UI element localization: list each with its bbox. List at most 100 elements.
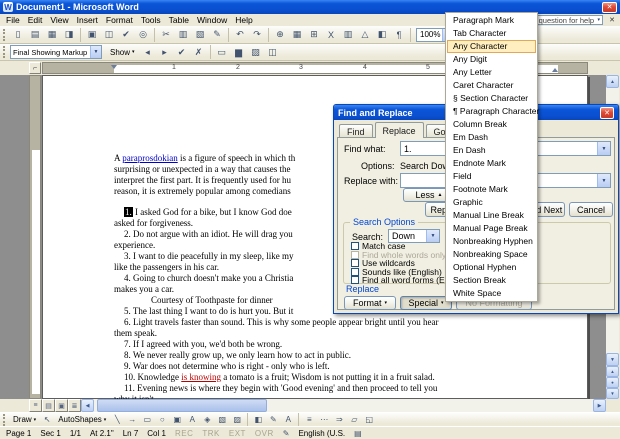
special-menu-item[interactable]: Endnote Mark [447, 157, 536, 170]
checkbox-box[interactable] [351, 242, 359, 250]
status-toggle[interactable]: EXT [229, 429, 246, 438]
document-map-icon[interactable]: ◧ [374, 27, 390, 43]
special-menu-item[interactable]: ¶ Paragraph Character [447, 105, 536, 118]
scroll-up-icon[interactable]: ▲ [606, 75, 619, 88]
spelling-status-icon[interactable]: ✎ [283, 429, 290, 438]
menu-item[interactable]: Format [102, 14, 137, 26]
status-toggle[interactable]: REC [175, 429, 193, 438]
arrow-style-icon[interactable]: ⇒ [332, 413, 346, 426]
toolbar-grip[interactable] [3, 414, 6, 426]
menu-item[interactable]: Window [193, 14, 231, 26]
accept-change-icon[interactable]: ✔ [174, 44, 190, 60]
special-menu-item[interactable]: § Section Character [447, 92, 536, 105]
status-toggle[interactable]: TRK [202, 429, 220, 438]
special-menu-item[interactable]: Column Break [447, 118, 536, 131]
vertical-ruler[interactable] [29, 75, 41, 399]
checkbox-box[interactable] [351, 251, 359, 259]
menu-item[interactable]: Tools [137, 14, 165, 26]
track-changes-icon[interactable]: ▨ [248, 44, 264, 60]
checkbox-box[interactable] [351, 259, 359, 267]
research-icon[interactable]: ◎ [135, 27, 151, 43]
cancel-button[interactable]: Cancel [569, 202, 613, 217]
normal-view-icon[interactable]: ≡ [29, 399, 42, 412]
new-document-icon[interactable]: ▯ [10, 27, 26, 43]
diagram-icon[interactable]: ◈ [200, 413, 214, 426]
tables-borders-icon[interactable]: ▦ [289, 27, 305, 43]
dialog-close-icon[interactable]: ✕ [600, 107, 614, 119]
chevron-down-icon[interactable]: ▼ [90, 46, 101, 58]
reject-change-icon[interactable]: ✗ [191, 44, 207, 60]
insert-table-icon[interactable]: ⊞ [306, 27, 322, 43]
scrollbar-track[interactable] [94, 399, 593, 412]
oval-icon[interactable]: ○ [155, 413, 169, 426]
wordart-icon[interactable]: A [185, 413, 199, 426]
arrow-icon[interactable]: → [125, 413, 139, 426]
outline-view-icon[interactable]: ≣ [68, 399, 81, 412]
window-close-icon[interactable]: ✕ [602, 2, 617, 13]
special-menu-item[interactable]: Footnote Mark [447, 183, 536, 196]
print-icon[interactable]: ▣ [84, 27, 100, 43]
line-icon[interactable]: ╲ [110, 413, 124, 426]
tab-selector[interactable]: ⌐ [29, 62, 41, 74]
previous-change-icon[interactable]: ◂ [140, 44, 156, 60]
draw-menu-button[interactable]: Draw ▾ [10, 414, 39, 426]
special-menu-item[interactable]: En Dash [447, 144, 536, 157]
scroll-right-icon[interactable]: ▶ [593, 399, 606, 412]
undo-icon[interactable]: ↶ [232, 27, 248, 43]
insert-picture-icon[interactable]: ▨ [230, 413, 244, 426]
menu-item[interactable]: Help [231, 14, 256, 26]
browse-previous-icon[interactable]: ▲ [606, 366, 619, 377]
special-menu-item[interactable]: Caret Character [447, 79, 536, 92]
scroll-left-icon[interactable]: ◀ [81, 399, 94, 412]
special-menu-item[interactable]: Nonbreaking Space [447, 248, 536, 261]
print-layout-icon[interactable]: ▣ [55, 399, 68, 412]
special-menu-item[interactable]: Tab Character [447, 27, 536, 40]
spelling-icon[interactable]: ✔ [118, 27, 134, 43]
format-menu-button[interactable]: Format ▾ [344, 296, 396, 310]
hyperlink[interactable]: paraprosdokian [122, 153, 177, 163]
redo-icon[interactable]: ↷ [249, 27, 265, 43]
close-document-icon[interactable]: ✕ [606, 15, 618, 25]
web-layout-icon[interactable]: ▤ [42, 399, 55, 412]
special-menu-item[interactable]: Any Character [447, 40, 536, 53]
scrollbar-thumb[interactable] [97, 399, 267, 412]
toolbar-grip[interactable] [3, 29, 6, 41]
text-box-icon[interactable]: ▣ [170, 413, 184, 426]
chevron-down-icon[interactable]: ▼ [426, 230, 439, 242]
next-change-icon[interactable]: ▸ [157, 44, 173, 60]
reviewing-pane-icon[interactable]: ◫ [265, 44, 281, 60]
horizontal-scrollbar[interactable]: ≡▤▣≣ ◀ ▶ [29, 399, 606, 412]
paste-icon[interactable]: ▧ [192, 27, 208, 43]
special-menu-item[interactable]: Manual Line Break [447, 209, 536, 222]
dictionary-book-icon[interactable]: ▤ [354, 429, 362, 438]
cut-icon[interactable]: ✂ [158, 27, 174, 43]
special-menu-item[interactable]: Graphic [447, 196, 536, 209]
menu-item[interactable]: File [2, 14, 24, 26]
special-menu-item[interactable]: Field [447, 170, 536, 183]
save-icon[interactable]: ▦ [44, 27, 60, 43]
open-icon[interactable]: ▤ [27, 27, 43, 43]
special-menu-item[interactable]: Nonbreaking Hyphen [447, 235, 536, 248]
special-menu-item[interactable]: White Space [447, 287, 536, 300]
menu-item[interactable]: Insert [73, 14, 102, 26]
insert-hyperlink-icon[interactable]: ⊕ [272, 27, 288, 43]
status-language[interactable]: English (U.S. [298, 429, 345, 438]
permission-icon[interactable]: ◨ [61, 27, 77, 43]
chevron-down-icon[interactable]: ▾ [597, 17, 600, 23]
copy-icon[interactable]: ▥ [175, 27, 191, 43]
menu-item[interactable]: View [46, 14, 72, 26]
chevron-down-icon[interactable]: ▼ [597, 142, 610, 155]
indent-marker-left[interactable] [111, 65, 117, 69]
special-menu-item[interactable]: Optional Hyphen [447, 261, 536, 274]
toolbar-grip[interactable] [3, 46, 6, 58]
menu-item[interactable]: Table [165, 14, 193, 26]
dialog-tab[interactable]: Replace [375, 122, 424, 138]
select-objects-icon[interactable]: ↖ [40, 413, 54, 426]
drawing-icon[interactable]: △ [357, 27, 373, 43]
show-menu-button[interactable]: Show ▾ [106, 45, 139, 59]
clip-art-icon[interactable]: ▧ [215, 413, 229, 426]
insert-comment-icon[interactable]: ▭ [214, 44, 230, 60]
autoshapes-menu-button[interactable]: AutoShapes ▾ [55, 414, 109, 426]
special-menu-item[interactable]: Any Letter [447, 66, 536, 79]
show-hide-icon[interactable]: ¶ [391, 27, 407, 43]
